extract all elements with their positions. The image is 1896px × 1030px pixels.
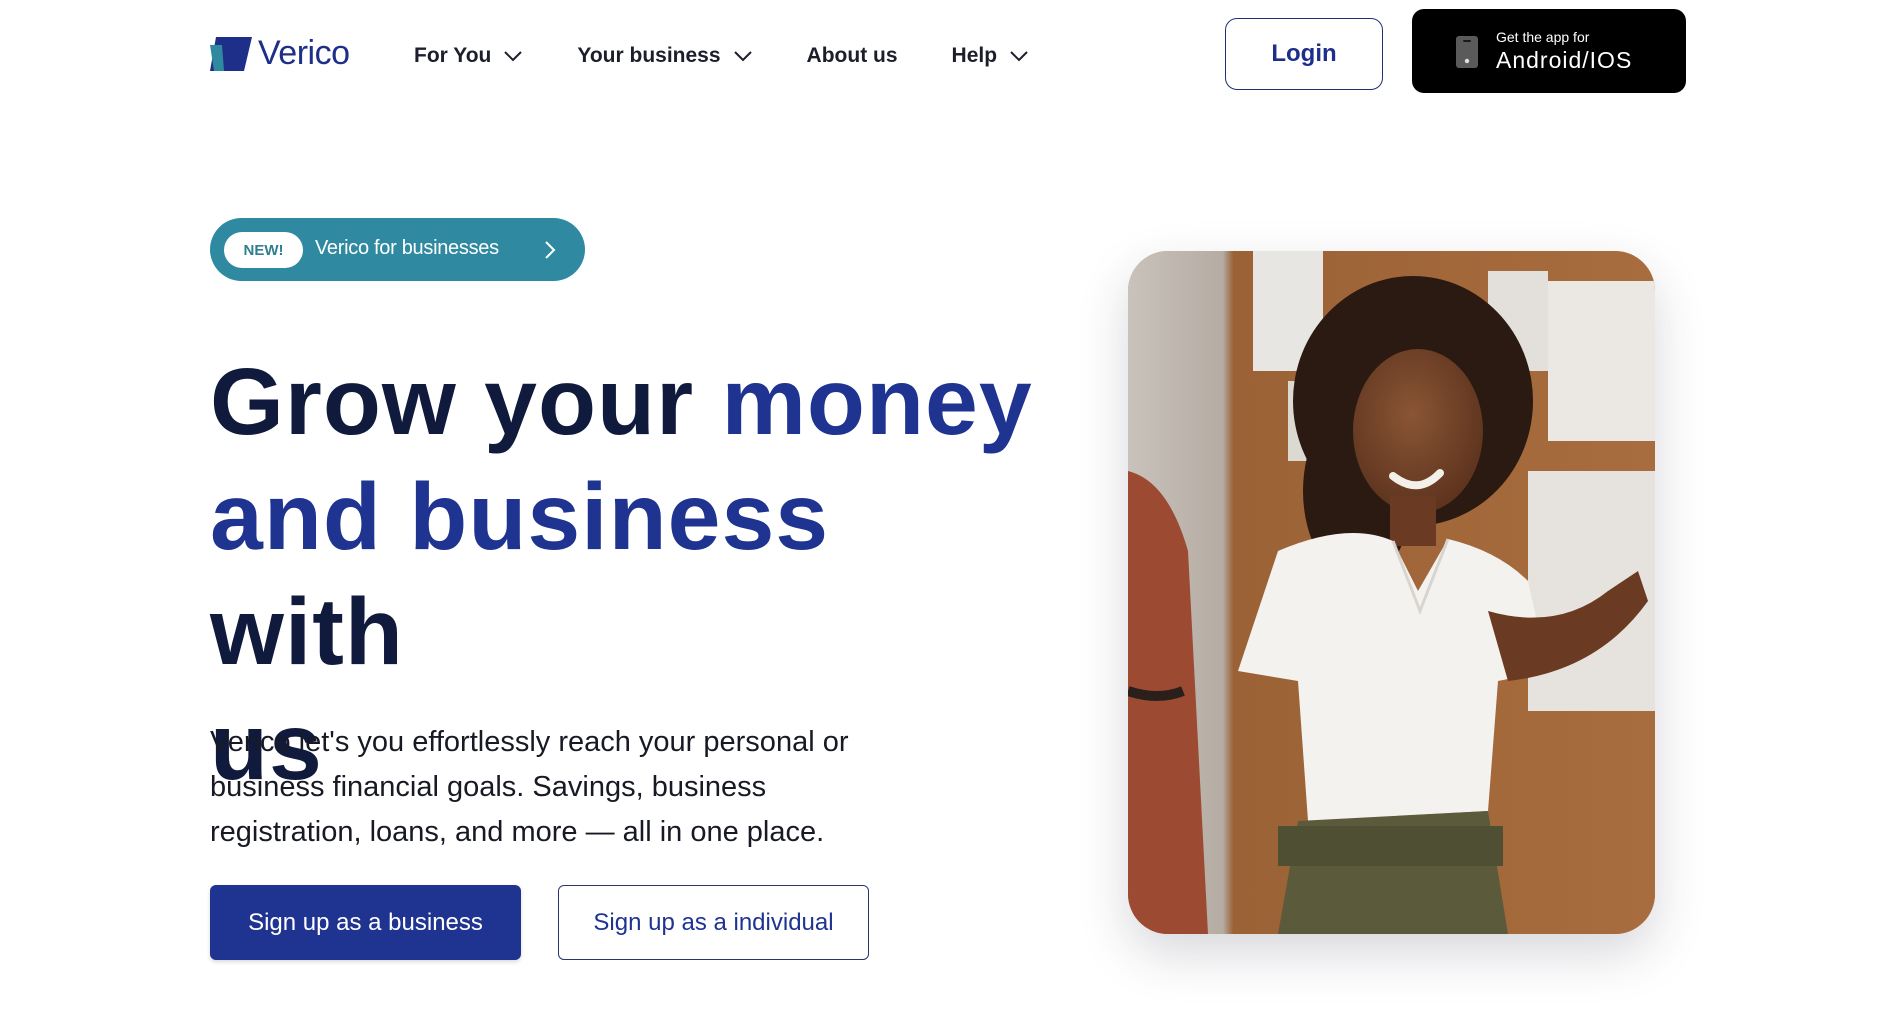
headline-part: Grow your [210, 349, 722, 455]
pill-label: Verico for businesses [315, 237, 499, 259]
verico-logo-icon [210, 36, 252, 71]
nav-item-label: Help [951, 44, 998, 67]
headline-part: with [210, 579, 404, 685]
chevron-right-icon [545, 241, 556, 259]
business-announcement-pill[interactable]: NEW! Verico for businesses [210, 218, 585, 281]
nav-item-label: About us [806, 44, 898, 67]
nav-item-for-you[interactable]: For You [414, 44, 523, 68]
brand-name: Verico [258, 34, 350, 72]
verico-logo[interactable]: Verico [210, 34, 350, 73]
hero-description: Verico let's you effortlessly reach your… [210, 726, 849, 848]
hero-photo [1128, 251, 1655, 934]
nav-item-label: Your business [577, 44, 721, 67]
main-nav: For You Your business About us Help [414, 44, 1083, 68]
login-button[interactable]: Login [1225, 18, 1383, 90]
signup-business-button[interactable]: Sign up as a business [210, 885, 521, 960]
nav-item-label: For You [414, 44, 492, 67]
chevron-down-icon [1010, 51, 1028, 62]
nav-item-about-us[interactable]: About us [807, 44, 898, 68]
nav-item-help[interactable]: Help [952, 44, 1030, 68]
woman-portrait-image [1128, 251, 1655, 934]
new-badge: NEW! [224, 232, 303, 268]
chevron-down-icon [733, 51, 752, 62]
app-button-platforms: Android/IOS [1496, 47, 1633, 73]
app-button-caption: Get the app for [1496, 29, 1590, 45]
phone-icon [1456, 36, 1478, 68]
signup-individual-button[interactable]: Sign up as a individual [558, 885, 869, 960]
chevron-down-icon [504, 51, 523, 62]
site-header: Verico For You Your business About us He… [0, 0, 1896, 110]
get-app-button[interactable]: Get the app for Android/IOS [1412, 9, 1686, 93]
headline-accent: money [721, 349, 1033, 455]
headline-accent: and business [210, 464, 830, 570]
nav-item-your-business[interactable]: Your business [577, 44, 752, 68]
